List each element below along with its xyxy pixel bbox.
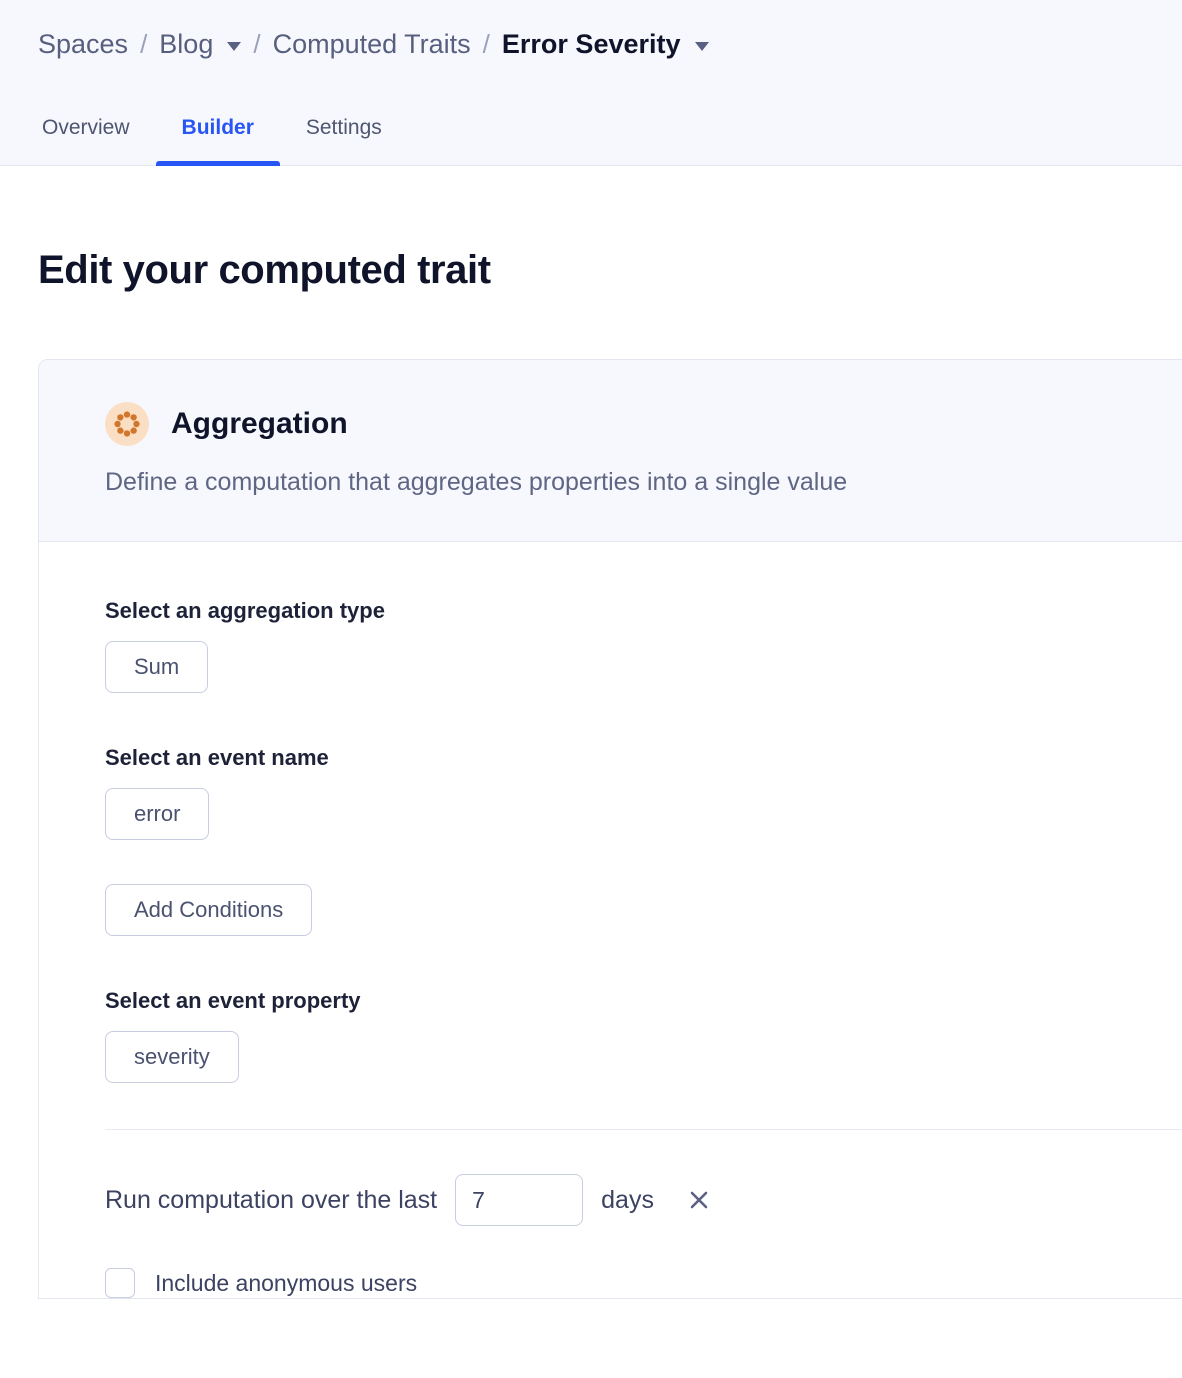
tab-bar: Overview Builder Settings: [0, 88, 1182, 166]
aggregation-title: Aggregation: [171, 407, 348, 440]
aggregation-description: Define a computation that aggregates pro…: [105, 468, 848, 496]
breadcrumb: Spaces / Blog / Computed Traits / Error …: [0, 0, 1182, 88]
aggregation-type-select[interactable]: Sum: [105, 641, 209, 693]
close-icon[interactable]: [684, 1185, 714, 1215]
aggregation-card-body: Select an aggregation type Sum Select an…: [39, 542, 1182, 1298]
include-anonymous-row: Include anonymous users: [105, 1268, 1182, 1298]
run-computation-unit: days: [601, 1185, 654, 1214]
tab-overview[interactable]: Overview: [42, 116, 156, 166]
chevron-down-icon-error-severity[interactable]: [694, 41, 709, 51]
breadcrumb-separator: /: [482, 28, 490, 59]
top-bar: Spaces / Blog / Computed Traits / Error …: [0, 0, 1182, 166]
aggregation-type-label: Select an aggregation type: [105, 598, 385, 623]
aggregation-flower-icon: [105, 402, 149, 446]
breadcrumb-item-error-severity[interactable]: Error Severity: [502, 29, 681, 60]
aggregation-card: Aggregation Define a computation that ag…: [38, 359, 1182, 1299]
run-computation-row: Run computation over the last days: [105, 1174, 1182, 1226]
event-name-select[interactable]: error: [105, 788, 210, 840]
run-computation-label: Run computation over the last: [105, 1185, 438, 1214]
event-name-label: Select an event name: [105, 745, 329, 770]
event-property-label: Select an event property: [105, 988, 361, 1013]
page-title: Edit your computed trait: [38, 248, 491, 292]
tab-builder[interactable]: Builder: [155, 116, 281, 166]
run-computation-days-input[interactable]: [455, 1174, 584, 1226]
include-anonymous-label: Include anonymous users: [155, 1269, 418, 1296]
include-anonymous-checkbox[interactable]: [105, 1268, 135, 1298]
breadcrumb-separator: /: [140, 28, 148, 59]
event-property-select[interactable]: severity: [105, 1031, 239, 1083]
add-conditions-button[interactable]: Add Conditions: [105, 884, 313, 936]
breadcrumb-item-computed-traits[interactable]: Computed Traits: [273, 29, 471, 60]
tab-settings[interactable]: Settings: [280, 116, 408, 166]
chevron-down-icon-blog[interactable]: [227, 41, 242, 51]
breadcrumb-item-spaces[interactable]: Spaces: [38, 29, 128, 60]
breadcrumb-separator: /: [253, 28, 261, 59]
breadcrumb-item-blog[interactable]: Blog: [159, 29, 213, 60]
section-divider: [105, 1129, 1182, 1130]
aggregation-card-header: Aggregation Define a computation that ag…: [39, 360, 1182, 542]
